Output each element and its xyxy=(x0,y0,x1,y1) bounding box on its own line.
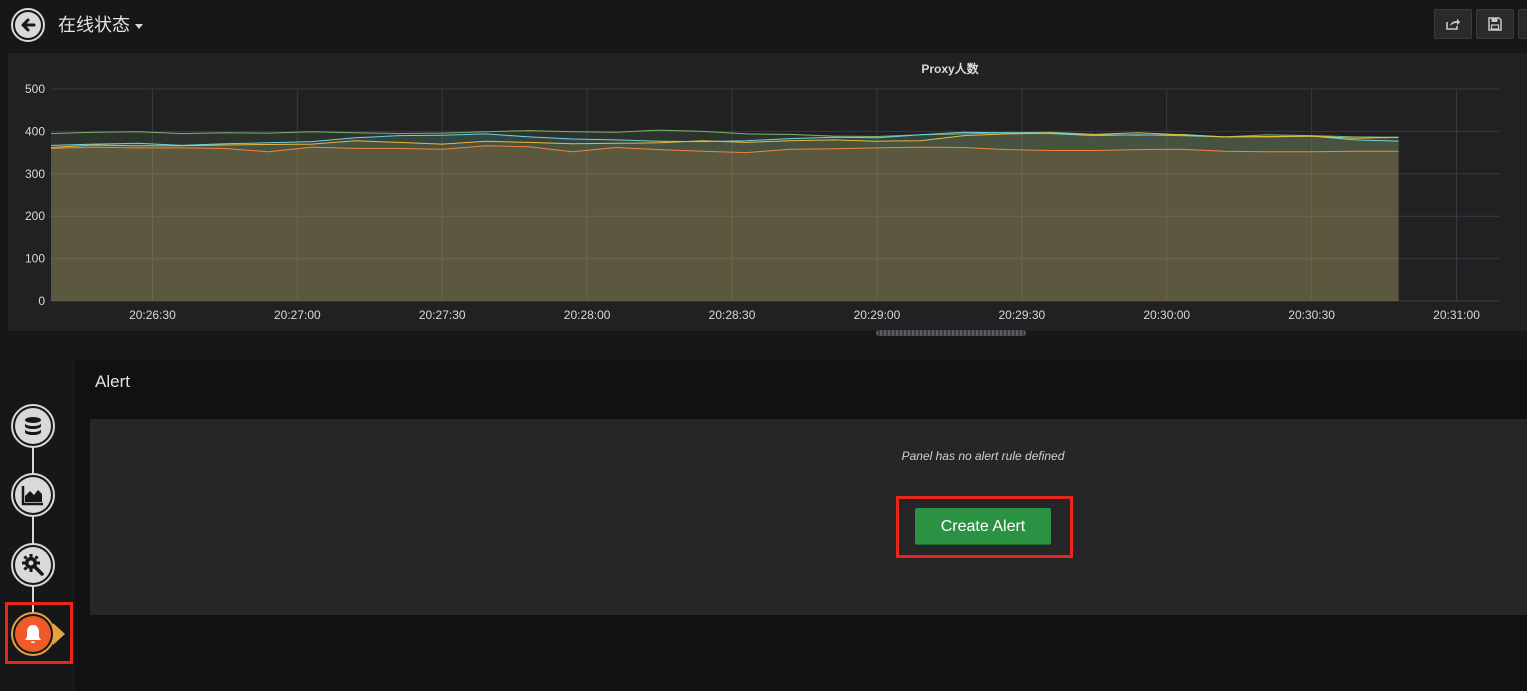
series-area xyxy=(51,145,1399,301)
y-tick-label: 0 xyxy=(38,294,45,308)
x-tick-label: 20:29:00 xyxy=(854,308,901,322)
x-tick-label: 20:30:30 xyxy=(1288,308,1335,322)
nav-step-general[interactable] xyxy=(11,543,55,587)
y-tick-label: 500 xyxy=(25,82,45,96)
proxy-count-chart: 0 100 200 300 400 500 20:26:30 20:27:00 20:27:30… xyxy=(25,82,1500,322)
nav-step-visualization[interactable] xyxy=(11,473,55,517)
x-tick-label: 20:26:30 xyxy=(129,308,176,322)
x-tick-label: 20:27:30 xyxy=(419,308,466,322)
x-tick-label: 20:31:00 xyxy=(1433,308,1480,322)
area-chart-icon xyxy=(15,477,51,513)
nav-step-queries[interactable] xyxy=(11,404,55,448)
alert-empty-card: Panel has no alert rule defined Create A… xyxy=(90,419,1527,615)
y-tick-label: 100 xyxy=(25,252,45,266)
panel-resize-handle[interactable] xyxy=(876,330,1026,336)
alert-heading: Alert xyxy=(95,372,130,391)
no-alert-message: Panel has no alert rule defined xyxy=(901,449,1065,463)
y-tick-label: 400 xyxy=(25,124,45,138)
highlight-frame-alert-step xyxy=(5,602,73,664)
x-tick-label: 20:28:30 xyxy=(709,308,756,322)
x-tick-label: 20:29:30 xyxy=(998,308,1045,322)
alert-editor: Alert Panel has no alert rule defined Cr… xyxy=(75,360,1527,691)
x-tick-label: 20:30:00 xyxy=(1143,308,1190,322)
y-tick-label: 200 xyxy=(25,209,45,223)
y-tick-label: 300 xyxy=(25,167,45,181)
database-icon xyxy=(15,408,51,444)
highlight-frame-create-alert xyxy=(896,496,1073,558)
cog-wrench-icon xyxy=(15,547,51,583)
x-tick-label: 20:27:00 xyxy=(274,308,321,322)
x-tick-label: 20:28:00 xyxy=(564,308,611,322)
